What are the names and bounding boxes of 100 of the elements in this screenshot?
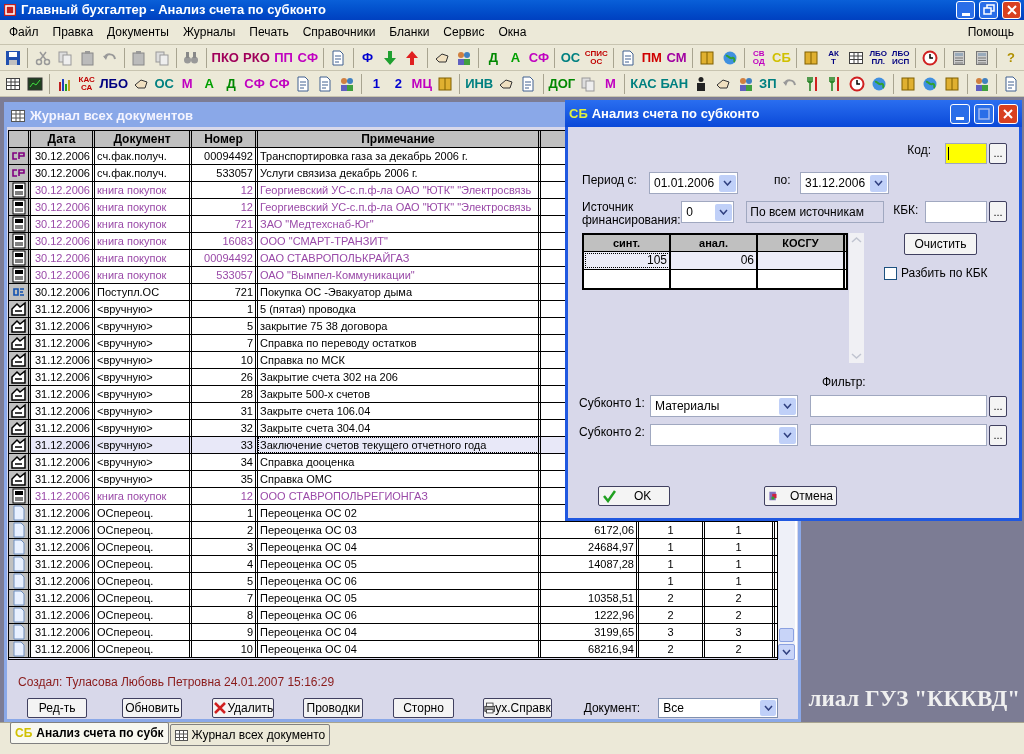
toolbar-button[interactable]: ОС (559, 46, 582, 69)
toolbar-button[interactable]: 1 (366, 72, 387, 95)
menu-item[interactable]: Журналы (175, 23, 243, 41)
filter-field[interactable] (810, 424, 987, 446)
table-row[interactable]: 31.12.2006 ОСпереоц. 9 Переоценка ОС 04 3199,65 3 3 (9, 624, 777, 641)
toolbar-button[interactable]: КАС (629, 72, 658, 95)
menu-item[interactable]: Файл (2, 23, 46, 41)
table-row[interactable]: 31.12.2006 ОСпереоц. 3 Переоценка ОС 04 24684,97 1 1 (9, 539, 777, 556)
browse-button[interactable]: ... (989, 395, 1007, 417)
menu-item[interactable]: Окна (491, 23, 534, 41)
toolbar-button[interactable]: СВ ОД (748, 46, 769, 69)
maximize-button[interactable] (974, 103, 994, 124)
cancel-button[interactable]: Отмена (764, 486, 837, 506)
action-button[interactable]: Сторно (393, 698, 454, 718)
window-tab[interactable]: Журнал всех документо (169, 724, 331, 746)
toolbar-button[interactable]: МЦ (410, 72, 434, 95)
menu-item[interactable]: Сервис (436, 23, 492, 41)
toolbar-button[interactable]: ЛБО (98, 72, 129, 95)
created-by-text: Создал: Туласова Любовь Петровна 24.01.2007 15:16:29 (18, 674, 336, 691)
subconto-dropdown[interactable]: Материалы (650, 395, 798, 417)
window-title: Анализ счета по субконто (591, 104, 761, 123)
toolbar-button[interactable]: ЛБО ПЛ. (868, 46, 889, 69)
table-cell: ОАО СТАВРОПОЛЬКРАЙГАЗ (258, 250, 541, 266)
toolbar-button[interactable]: М (600, 72, 621, 95)
document-dropdown[interactable]: Все (658, 698, 778, 718)
subconto-dropdown[interactable] (650, 424, 798, 446)
table-cell: 10358,51 (541, 590, 639, 606)
minimize-button[interactable] (950, 103, 970, 124)
toolbar-button[interactable]: ПП (272, 46, 295, 69)
toolbar-button[interactable]: Ф (357, 46, 378, 69)
toolbar-button[interactable]: ИНВ (464, 72, 495, 95)
toolbar-button[interactable]: Д (221, 72, 242, 95)
toolbar-button[interactable]: ЛБО ИСП (890, 46, 911, 69)
toolbar-button[interactable]: АК Т (823, 46, 844, 69)
kbk-field[interactable] (925, 201, 987, 223)
toolbar-button[interactable]: ОС (153, 72, 176, 95)
toolbar-button[interactable]: ПМ (640, 46, 664, 69)
ok-button[interactable]: OK (598, 486, 670, 506)
table-cell: 1222,96 (541, 607, 639, 623)
menu-item[interactable]: Документы (100, 23, 176, 41)
action-button[interactable]: Обновить (122, 698, 183, 718)
table-cell: 533057 (192, 165, 258, 181)
binoculars-icon (183, 49, 200, 66)
toolbar-button[interactable]: РКО (242, 46, 271, 69)
action-button[interactable]: ух.Справк (482, 698, 552, 718)
table-row[interactable]: 31.12.2006 ОСпереоц. 5 Переоценка ОС 06 1 1 (9, 573, 777, 590)
toolbar-button[interactable]: ЗП (757, 72, 778, 95)
checkbox[interactable] (884, 266, 897, 280)
menu-item[interactable]: Помощь (959, 23, 1022, 41)
scrollbar[interactable] (849, 233, 864, 363)
source-dropdown[interactable]: 0 (681, 201, 735, 223)
menu-item[interactable]: Справочники (295, 23, 383, 41)
table-row[interactable]: 31.12.2006 ОСпереоц. 8 Переоценка ОС 06 1222,96 2 2 (9, 607, 777, 624)
toolbar-button[interactable]: СПИС ОС (583, 46, 610, 69)
action-button[interactable]: Проводки (303, 698, 364, 718)
table-cell: Переоценка ОС 06 (258, 573, 541, 589)
date-dropdown[interactable]: 01.01.2006 (649, 172, 738, 194)
table-row[interactable]: 31.12.2006 ОСпереоц. 4 Переоценка ОС 05 14087,28 1 1 (9, 556, 777, 573)
chart-window-icon (27, 75, 44, 92)
toolbar-button[interactable]: М (177, 72, 198, 95)
filter-field[interactable] (810, 395, 987, 417)
scrollbar-thumb[interactable] (779, 628, 794, 642)
window-tab[interactable]: СБ Анализ счета по субк (10, 722, 169, 744)
browse-button[interactable]: ... (989, 142, 1007, 164)
book-icon (699, 49, 716, 66)
action-button[interactable]: Удалить (212, 698, 275, 718)
table-cell: 1 (705, 556, 775, 572)
clear-button[interactable]: Очистить (904, 233, 977, 255)
code-field[interactable] (945, 142, 987, 164)
date-dropdown[interactable]: 31.12.2006 (800, 172, 889, 194)
restore-button[interactable] (979, 1, 998, 19)
clock-icon (848, 75, 865, 92)
close-button[interactable] (998, 103, 1018, 124)
people-icon (973, 75, 990, 92)
menu-item[interactable]: Бланки (382, 23, 437, 41)
browse-button[interactable]: ... (989, 424, 1007, 446)
menu-item[interactable]: Правка (45, 23, 101, 41)
table-cell: книга покупок (95, 216, 192, 232)
table-cell: ОСпереоц. (95, 607, 192, 623)
table-cell: Переоценка ОС 05 (258, 590, 541, 606)
menu-item[interactable]: Печать (242, 23, 296, 41)
toolbar-button[interactable]: СФ (243, 72, 266, 95)
toolbar-button[interactable]: КАС СА (76, 72, 97, 95)
toolbar-button[interactable]: СМ (665, 46, 688, 69)
table-row[interactable]: 31.12.2006 ОСпереоц. 7 Переоценка ОС 05 10358,51 2 2 (9, 590, 777, 607)
table-cell: книга покупок (95, 182, 192, 198)
toolbar-button[interactable]: СФ (296, 46, 320, 69)
toolbar-button[interactable]: Д (483, 46, 504, 69)
toolbar-button[interactable]: ПКО (210, 46, 240, 69)
close-button[interactable] (1002, 1, 1021, 19)
toolbar-button[interactable]: СФ (267, 72, 291, 95)
toolbar-button[interactable]: БАН (659, 72, 689, 95)
toolbar-button[interactable]: СФ (527, 46, 551, 69)
toolbar-button[interactable]: 2 (388, 72, 409, 95)
action-button[interactable]: Ред-ть (27, 698, 88, 718)
browse-button[interactable]: ... (989, 201, 1007, 222)
table-cell: 24684,97 (541, 539, 639, 555)
toolbar-button[interactable]: ДОГ (547, 72, 577, 95)
table-cell: ОСпереоц. (95, 522, 192, 538)
minimize-button[interactable] (956, 1, 975, 19)
